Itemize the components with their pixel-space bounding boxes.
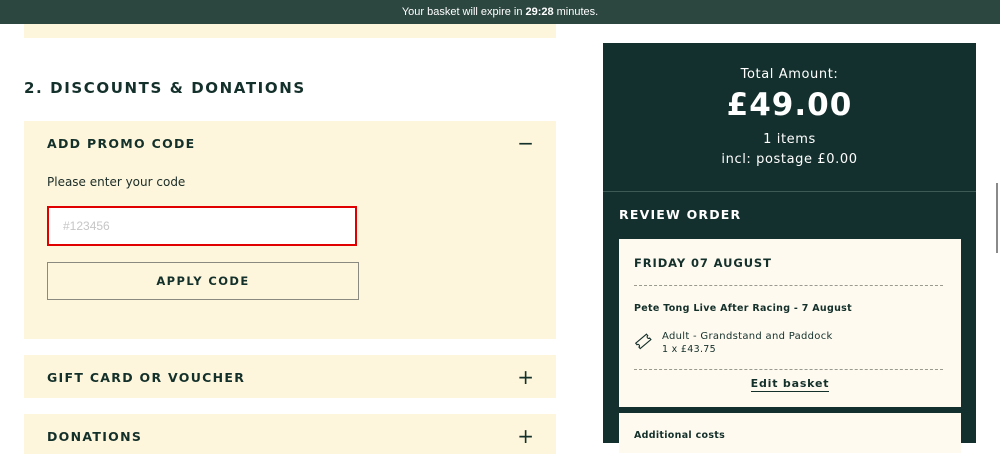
plus-icon[interactable]: +: [517, 367, 534, 387]
order-summary: Total Amount: £49.00 1 items incl: posta…: [603, 43, 976, 453]
event-title: Pete Tong Live After Racing - 7 August: [634, 303, 852, 314]
apply-code-button[interactable]: APPLY CODE: [47, 262, 359, 300]
promo-code-heading: ADD PROMO CODE: [47, 136, 196, 151]
plus-icon[interactable]: +: [517, 426, 534, 446]
ticket-price: 1 x £43.75: [662, 344, 716, 355]
edit-basket-link[interactable]: Edit basket: [750, 377, 830, 392]
expiry-time: 29:28: [525, 6, 554, 18]
review-order-title: REVIEW ORDER: [619, 207, 742, 222]
section-title: 2. DISCOUNTS & DONATIONS: [24, 79, 306, 97]
gift-card-heading: GIFT CARD OR VOUCHER: [47, 370, 246, 385]
minus-icon[interactable]: −: [517, 133, 534, 153]
promo-code-panel: ADD PROMO CODE − Please enter your code …: [24, 121, 556, 339]
ticket-icon: [634, 333, 652, 350]
donations-heading: DONATIONS: [47, 429, 143, 444]
page-scrollbar[interactable]: [996, 183, 998, 253]
additional-costs-card: Additional costs: [619, 413, 961, 453]
gift-card-panel[interactable]: GIFT CARD OR VOUCHER +: [24, 355, 556, 398]
ticket-name: Adult - Grandstand and Paddock: [662, 331, 833, 342]
expiry-suffix: minutes.: [556, 6, 599, 18]
event-date: FRIDAY 07 AUGUST: [634, 256, 772, 270]
previous-section-bottom: [24, 24, 556, 38]
items-count: 1 items: [763, 132, 816, 147]
edit-basket-row: Edit basket: [619, 372, 961, 392]
additional-costs-label: Additional costs: [634, 430, 726, 441]
expiry-prefix: Your basket will expire in: [401, 6, 523, 18]
total-amount-label: Total Amount:: [740, 67, 839, 82]
total-amount: £49.00: [726, 87, 853, 123]
promo-code-label: Please enter your code: [47, 175, 186, 189]
summary-divider: [603, 191, 976, 192]
postage-info: incl: postage £0.00: [721, 152, 858, 167]
dashed-divider: [634, 369, 943, 370]
promo-code-input[interactable]: [47, 206, 357, 246]
dashed-divider: [634, 285, 943, 286]
order-item-card: FRIDAY 07 AUGUST Pete Tong Live After Ra…: [619, 239, 961, 407]
basket-expiry-banner: Your basket will expire in 29:28 minutes…: [0, 0, 1000, 24]
donations-panel[interactable]: DONATIONS +: [24, 414, 556, 454]
